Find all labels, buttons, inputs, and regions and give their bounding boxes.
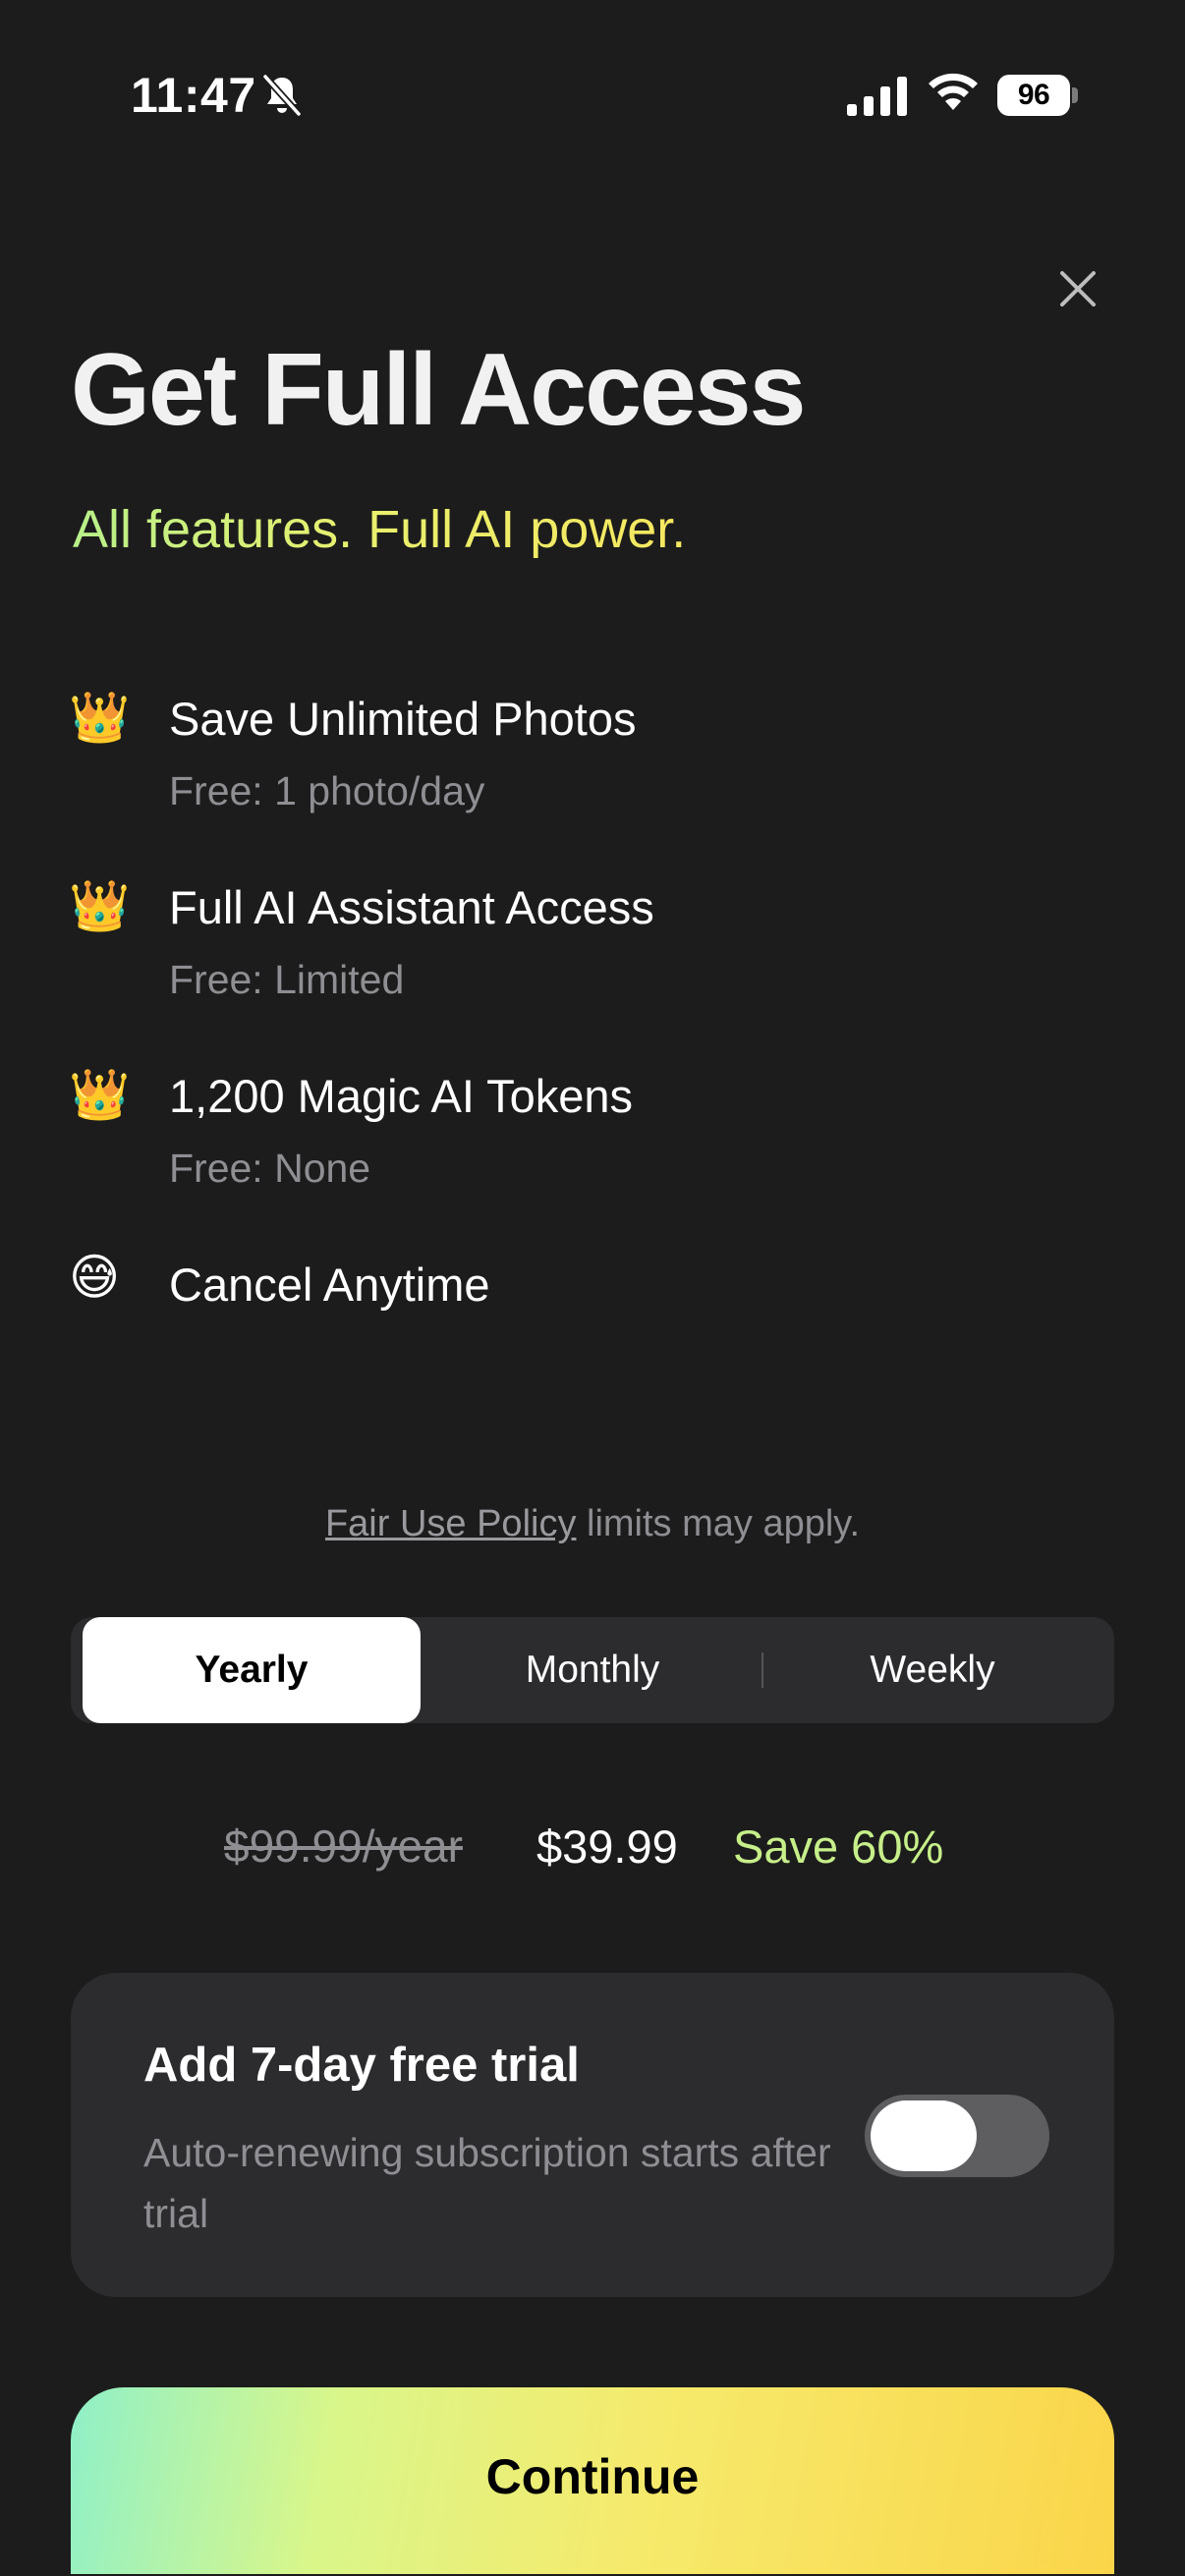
trial-description: Auto-renewing subscription starts after … [143, 2130, 831, 2236]
continue-label: Continue [485, 2449, 700, 2504]
close-icon[interactable] [1056, 267, 1100, 310]
feature-subtitle: Free: Limited [169, 957, 405, 1002]
feature-title: Save Unlimited Photos [169, 693, 637, 745]
feature-title: Cancel Anytime [169, 1259, 490, 1311]
battery-icon: 96 [997, 75, 1078, 116]
grinning-sweat-face-icon: 😅 [69, 1250, 121, 1305]
trial-toggle[interactable] [865, 2095, 1049, 2177]
bell-slash-icon [261, 73, 303, 118]
fair-use-policy-link[interactable]: Fair Use Policy [325, 1503, 577, 1544]
continue-button[interactable]: Continue [71, 2387, 1114, 2574]
feature-title: Full AI Assistant Access [169, 881, 654, 933]
status-time: 11:47 [131, 68, 256, 123]
plan-tab-monthly[interactable]: Monthly [423, 1617, 762, 1723]
page-title: Get Full Access [71, 333, 806, 447]
cellular-signal-icon [847, 77, 907, 116]
savings-label: Save 60% [733, 1820, 944, 1873]
original-price: $99.99/year [224, 1820, 463, 1872]
toggle-knob [871, 2100, 977, 2171]
fair-use-text: limits may apply. [576, 1503, 861, 1544]
plan-tab-weekly[interactable]: Weekly [762, 1617, 1102, 1723]
trial-title: Add 7-day free trial [143, 2039, 580, 2092]
fair-use-note: Fair Use Policy limits may apply. [0, 1503, 1185, 1545]
feature-subtitle: Free: 1 photo/day [169, 768, 485, 813]
crown-icon: 👑 [69, 690, 131, 745]
crown-icon: 👑 [69, 878, 131, 933]
plan-selector: Yearly Monthly Weekly [71, 1617, 1114, 1723]
page-subtitle: All features. Full AI power. [73, 500, 687, 559]
feature-subtitle: Free: None [169, 1146, 371, 1191]
crown-icon: 👑 [69, 1067, 131, 1122]
battery-level: 96 [997, 75, 1070, 116]
feature-title: 1,200 Magic AI Tokens [169, 1070, 634, 1122]
wifi-icon [929, 73, 978, 110]
discounted-price: $39.99 [536, 1820, 678, 1873]
plan-tab-yearly[interactable]: Yearly [83, 1617, 421, 1723]
